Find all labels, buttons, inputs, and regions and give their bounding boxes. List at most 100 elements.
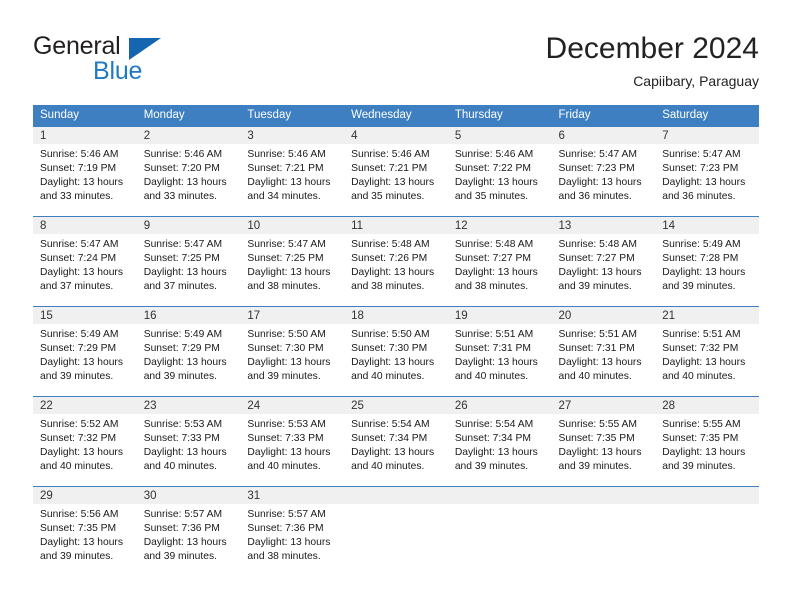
day-cell[interactable]: 6 Sunrise: 5:47 AM Sunset: 7:23 PM Dayli…: [551, 125, 656, 216]
day-cell[interactable]: 29 Sunrise: 5:56 AM Sunset: 7:35 PM Dayl…: [33, 485, 137, 576]
sunset-text: Sunset: 7:21 PM: [247, 162, 324, 174]
day-details: Sunrise: 5:48 AM Sunset: 7:26 PM Dayligh…: [344, 234, 448, 306]
day-details: Sunrise: 5:55 AM Sunset: 7:35 PM Dayligh…: [655, 414, 759, 486]
daylight-text-line2: and 40 minutes.: [558, 371, 632, 383]
sunset-text: Sunset: 7:23 PM: [558, 162, 635, 174]
week-row: 22 Sunrise: 5:52 AM Sunset: 7:32 PM Dayl…: [33, 395, 759, 486]
day-details: Sunrise: 5:50 AM Sunset: 7:30 PM Dayligh…: [240, 324, 344, 396]
sunrise-text: Sunrise: 5:47 AM: [662, 148, 741, 160]
day-number: 19: [447, 306, 552, 324]
day-cell[interactable]: 11 Sunrise: 5:48 AM Sunset: 7:26 PM Dayl…: [344, 215, 448, 306]
sunset-text: Sunset: 7:35 PM: [40, 522, 117, 534]
day-number: 14: [655, 216, 759, 234]
sunset-text: Sunset: 7:30 PM: [247, 342, 324, 354]
day-details: [448, 504, 552, 576]
day-number: 21: [655, 306, 759, 324]
day-details: Sunrise: 5:46 AM Sunset: 7:19 PM Dayligh…: [33, 144, 137, 216]
sunset-text: Sunset: 7:26 PM: [351, 252, 428, 264]
day-number: 2: [136, 126, 241, 144]
day-cell[interactable]: 14 Sunrise: 5:49 AM Sunset: 7:28 PM Dayl…: [655, 215, 759, 306]
sunset-text: Sunset: 7:34 PM: [454, 432, 531, 444]
day-cell[interactable]: 7 Sunrise: 5:47 AM Sunset: 7:23 PM Dayli…: [655, 125, 759, 216]
day-cell[interactable]: 26 Sunrise: 5:54 AM Sunset: 7:34 PM Dayl…: [447, 395, 552, 486]
day-number: 31: [240, 486, 345, 504]
daylight-text-line2: and 39 minutes.: [143, 371, 217, 383]
day-cell[interactable]: 25 Sunrise: 5:54 AM Sunset: 7:34 PM Dayl…: [344, 395, 448, 486]
day-details: Sunrise: 5:51 AM Sunset: 7:31 PM Dayligh…: [552, 324, 656, 396]
daylight-text-line2: and 34 minutes.: [247, 191, 321, 203]
daylight-text-line1: Daylight: 13 hours: [143, 536, 227, 548]
day-cell[interactable]: 8 Sunrise: 5:47 AM Sunset: 7:24 PM Dayli…: [33, 215, 137, 306]
daylight-text-line2: and 37 minutes.: [143, 281, 217, 293]
daylight-text-line1: Daylight: 13 hours: [143, 266, 227, 278]
day-cell[interactable]: 5 Sunrise: 5:46 AM Sunset: 7:22 PM Dayli…: [447, 125, 552, 216]
weekday-header-tuesday: Tuesday: [240, 105, 345, 126]
day-cell[interactable]: 21 Sunrise: 5:51 AM Sunset: 7:32 PM Dayl…: [655, 305, 759, 396]
day-cell[interactable]: 15 Sunrise: 5:49 AM Sunset: 7:29 PM Dayl…: [33, 305, 137, 396]
sunrise-text: Sunrise: 5:50 AM: [351, 328, 430, 340]
sunset-text: Sunset: 7:36 PM: [143, 522, 220, 534]
daylight-text-line2: and 40 minutes.: [351, 371, 425, 383]
day-cell[interactable]: 31 Sunrise: 5:57 AM Sunset: 7:36 PM Dayl…: [240, 485, 345, 576]
day-details: [552, 504, 656, 576]
day-cell[interactable]: 13 Sunrise: 5:48 AM Sunset: 7:27 PM Dayl…: [551, 215, 656, 306]
sunset-text: Sunset: 7:36 PM: [247, 522, 324, 534]
general-blue-logo[interactable]: General Blue: [33, 32, 233, 90]
day-details: [344, 504, 448, 576]
sunrise-text: Sunrise: 5:55 AM: [558, 418, 637, 430]
day-cell[interactable]: 17 Sunrise: 5:50 AM Sunset: 7:30 PM Dayl…: [240, 305, 345, 396]
daylight-text-line1: Daylight: 13 hours: [247, 176, 331, 188]
sunrise-text: Sunrise: 5:51 AM: [454, 328, 534, 340]
sunrise-text: Sunrise: 5:46 AM: [143, 148, 223, 160]
daylight-text-line2: and 39 minutes.: [454, 461, 529, 473]
day-cell[interactable]: 3 Sunrise: 5:46 AM Sunset: 7:21 PM Dayli…: [240, 125, 345, 216]
day-details: Sunrise: 5:46 AM Sunset: 7:21 PM Dayligh…: [240, 144, 344, 216]
day-details: Sunrise: 5:57 AM Sunset: 7:36 PM Dayligh…: [240, 504, 344, 576]
sunrise-text: Sunrise: 5:49 AM: [662, 238, 741, 250]
day-number: 3: [240, 126, 345, 144]
day-number: 23: [136, 396, 241, 414]
day-cell[interactable]: 12 Sunrise: 5:48 AM Sunset: 7:27 PM Dayl…: [447, 215, 552, 306]
day-cell-empty: [655, 485, 759, 576]
week-row: 1 Sunrise: 5:46 AM Sunset: 7:19 PM Dayli…: [33, 125, 759, 216]
day-cell[interactable]: 23 Sunrise: 5:53 AM Sunset: 7:33 PM Dayl…: [136, 395, 241, 486]
day-cell[interactable]: 4 Sunrise: 5:46 AM Sunset: 7:21 PM Dayli…: [344, 125, 448, 216]
sunset-text: Sunset: 7:22 PM: [454, 162, 531, 174]
daylight-text-line1: Daylight: 13 hours: [40, 446, 123, 458]
day-cell[interactable]: 19 Sunrise: 5:51 AM Sunset: 7:31 PM Dayl…: [447, 305, 552, 396]
day-details: Sunrise: 5:49 AM Sunset: 7:28 PM Dayligh…: [655, 234, 759, 306]
sunset-text: Sunset: 7:24 PM: [40, 252, 117, 264]
day-cell[interactable]: 27 Sunrise: 5:55 AM Sunset: 7:35 PM Dayl…: [551, 395, 656, 486]
sunrise-text: Sunrise: 5:57 AM: [247, 508, 326, 520]
daylight-text-line2: and 38 minutes.: [454, 281, 529, 293]
day-cell[interactable]: 2 Sunrise: 5:46 AM Sunset: 7:20 PM Dayli…: [136, 125, 241, 216]
day-cell[interactable]: 28 Sunrise: 5:55 AM Sunset: 7:35 PM Dayl…: [655, 395, 759, 486]
daylight-text-line1: Daylight: 13 hours: [351, 176, 435, 188]
day-details: Sunrise: 5:53 AM Sunset: 7:33 PM Dayligh…: [137, 414, 241, 486]
sunset-text: Sunset: 7:34 PM: [351, 432, 428, 444]
day-number: 26: [447, 396, 552, 414]
day-number: [344, 486, 448, 504]
day-number: 29: [33, 486, 137, 504]
day-cell[interactable]: 30 Sunrise: 5:57 AM Sunset: 7:36 PM Dayl…: [136, 485, 241, 576]
daylight-text-line2: and 33 minutes.: [40, 191, 114, 203]
day-cell[interactable]: 1 Sunrise: 5:46 AM Sunset: 7:19 PM Dayli…: [33, 125, 137, 216]
day-cell[interactable]: 18 Sunrise: 5:50 AM Sunset: 7:30 PM Dayl…: [344, 305, 448, 396]
day-cell[interactable]: 10 Sunrise: 5:47 AM Sunset: 7:25 PM Dayl…: [240, 215, 345, 306]
day-number: 18: [344, 306, 448, 324]
day-number: 20: [551, 306, 656, 324]
calendar-page: General Blue December 2024 Capiibary, Pa…: [0, 0, 792, 612]
page-title: December 2024: [545, 32, 759, 65]
daylight-text-line1: Daylight: 13 hours: [558, 356, 642, 368]
day-cell[interactable]: 16 Sunrise: 5:49 AM Sunset: 7:29 PM Dayl…: [136, 305, 241, 396]
sunset-text: Sunset: 7:25 PM: [247, 252, 324, 264]
day-cell[interactable]: 24 Sunrise: 5:53 AM Sunset: 7:33 PM Dayl…: [240, 395, 345, 486]
day-cell[interactable]: 20 Sunrise: 5:51 AM Sunset: 7:31 PM Dayl…: [551, 305, 656, 396]
day-details: Sunrise: 5:46 AM Sunset: 7:22 PM Dayligh…: [448, 144, 552, 216]
day-cell[interactable]: 9 Sunrise: 5:47 AM Sunset: 7:25 PM Dayli…: [136, 215, 241, 306]
daylight-text-line1: Daylight: 13 hours: [662, 176, 746, 188]
day-number: 28: [655, 396, 759, 414]
day-number: 11: [344, 216, 448, 234]
day-cell[interactable]: 22 Sunrise: 5:52 AM Sunset: 7:32 PM Dayl…: [33, 395, 137, 486]
daylight-text-line2: and 33 minutes.: [143, 191, 217, 203]
